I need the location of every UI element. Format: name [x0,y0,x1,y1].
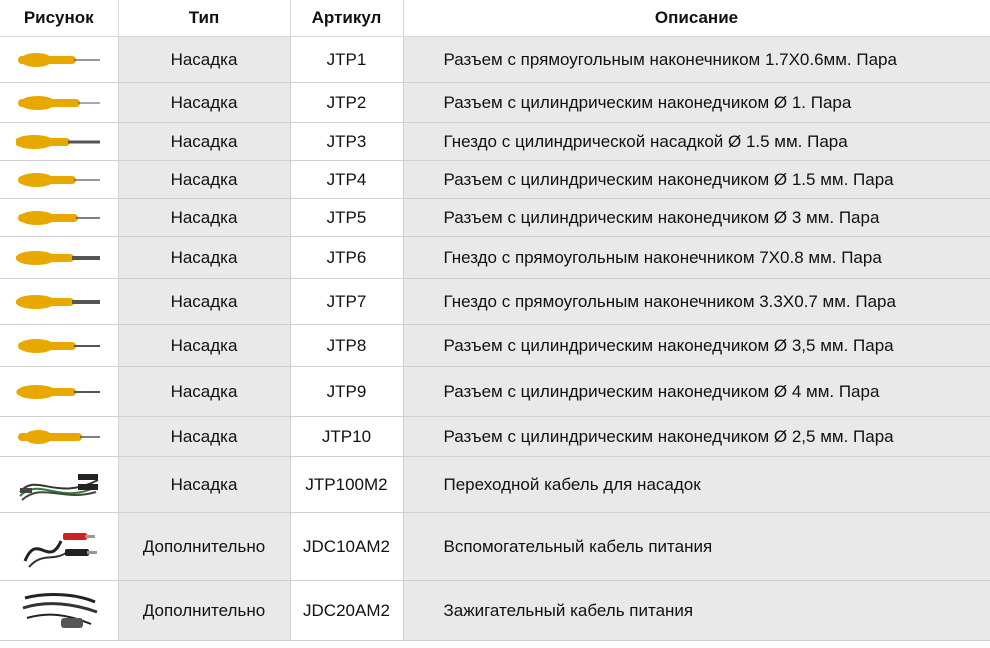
table-row: Насадка JTP2 Разъем с цилиндрическим након… [0,82,990,123]
picture-cell [0,416,119,457]
header-sku: Артикул [290,0,404,37]
description-cell: Разъем с цилиндрическим наконедчиком Ø 3… [403,198,990,237]
picture-cell [0,36,119,83]
sku-cell: JTP5 [290,198,404,237]
product-table: Рисунок Тип Артикул Описание Насадка JTP1… [0,0,990,641]
description-cell: Разъем с прямоугольным наконечником 1.7X… [403,36,990,83]
picture-cell [0,236,119,279]
picture-cell [0,198,119,237]
description-cell: Разъем с цилиндрическим наконедчиком Ø 2… [403,416,990,457]
type-cell: Дополнительно [118,512,291,581]
sku-cell: JTP10 [290,416,404,457]
description-cell: Разъем с цилиндрическим наконедчиком Ø 1… [403,160,990,199]
type-cell: Насадка [118,82,291,123]
sku-cell: JTP8 [290,324,404,367]
probe-tip-icon [0,334,118,358]
table-header-row: Рисунок Тип Артикул Описание [0,0,990,37]
sku-cell: JDC10AM2 [290,512,404,581]
probe-tip-icon [0,246,118,270]
description-cell: Вспомогательный кабель питания [403,512,990,581]
table-row: Насадка JTP100M2 Переходной кабель для нас… [0,456,990,513]
probe-tip-icon [0,48,118,72]
description-cell: Разъем с цилиндрическим наконедчиком Ø 4… [403,366,990,417]
description-cell: Переходной кабель для насадок [403,456,990,513]
description-cell: Гнездо с прямоугольным наконечником 3.3X… [403,278,990,325]
description-cell: Гнездо с прямоугольным наконечником 7X0.… [403,236,990,279]
picture-cell [0,160,119,199]
description-cell: Разъем с цилиндрическим наконедчиком Ø 3… [403,324,990,367]
type-cell: Насадка [118,160,291,199]
type-cell: Насадка [118,324,291,367]
probe-tip-icon [0,425,118,449]
probe-tip-icon [0,290,118,314]
table-row: Насадка JTP8 Разъем с цилиндрическим након… [0,324,990,367]
sku-cell: JTP4 [290,160,404,199]
picture-cell [0,512,119,581]
sku-cell: JTP7 [290,278,404,325]
sku-cell: JTP1 [290,36,404,83]
power-cable-clips-icon [0,521,118,573]
table-row: Насадка JTP7 Гнездо с прямоугольным наконе… [0,278,990,325]
table-row: Насадка JTP1 Разъем с прямоугольным наконе… [0,36,990,83]
table-row: Насадка JTP9 Разъем с цилиндрическим након… [0,366,990,417]
type-cell: Дополнительно [118,580,291,641]
table-row: Насадка JTP6 Гнездо с прямоугольным наконе… [0,236,990,279]
type-cell: Насадка [118,366,291,417]
header-type: Тип [118,0,291,37]
adapter-cable-icon [0,462,118,508]
picture-cell [0,580,119,641]
picture-cell [0,366,119,417]
description-cell: Зажигательный кабель питания [403,580,990,641]
picture-cell [0,324,119,367]
probe-tip-icon [0,168,118,192]
type-cell: Насадка [118,456,291,513]
probe-tip-icon [0,91,118,115]
header-picture: Рисунок [0,0,119,37]
table-row: Насадка JTP3 Гнездо с цилиндрической насад… [0,122,990,161]
description-cell: Разъем с цилиндрическим наконедчиком Ø 1… [403,82,990,123]
table-row: Насадка JTP5 Разъем с цилиндрическим након… [0,198,990,237]
type-cell: Насадка [118,36,291,83]
type-cell: Насадка [118,122,291,161]
picture-cell [0,82,119,123]
type-cell: Насадка [118,236,291,279]
table-row: Насадка JTP4 Разъем с цилиндрическим након… [0,160,990,199]
sku-cell: JTP3 [290,122,404,161]
type-cell: Насадка [118,198,291,237]
sku-cell: JTP2 [290,82,404,123]
picture-cell [0,278,119,325]
sku-cell: JTP6 [290,236,404,279]
probe-tip-icon [0,380,118,404]
picture-cell [0,122,119,161]
lighter-cable-icon [0,588,118,634]
probe-tip-icon [0,130,118,154]
table-row: Дополнительно JDC10AM2 Вспомогательный каб… [0,512,990,581]
type-cell: Насадка [118,278,291,325]
description-cell: Гнездо с цилиндрической насадкой Ø 1.5 м… [403,122,990,161]
picture-cell [0,456,119,513]
sku-cell: JTP100M2 [290,456,404,513]
table-row: Дополнительно JDC20AM2 Зажигательный кабел… [0,580,990,641]
table-row: Насадка JTP10 Разъем с цилиндрическим нако… [0,416,990,457]
sku-cell: JTP9 [290,366,404,417]
header-description: Описание [403,0,990,37]
type-cell: Насадка [118,416,291,457]
sku-cell: JDC20AM2 [290,580,404,641]
probe-tip-icon [0,206,118,230]
